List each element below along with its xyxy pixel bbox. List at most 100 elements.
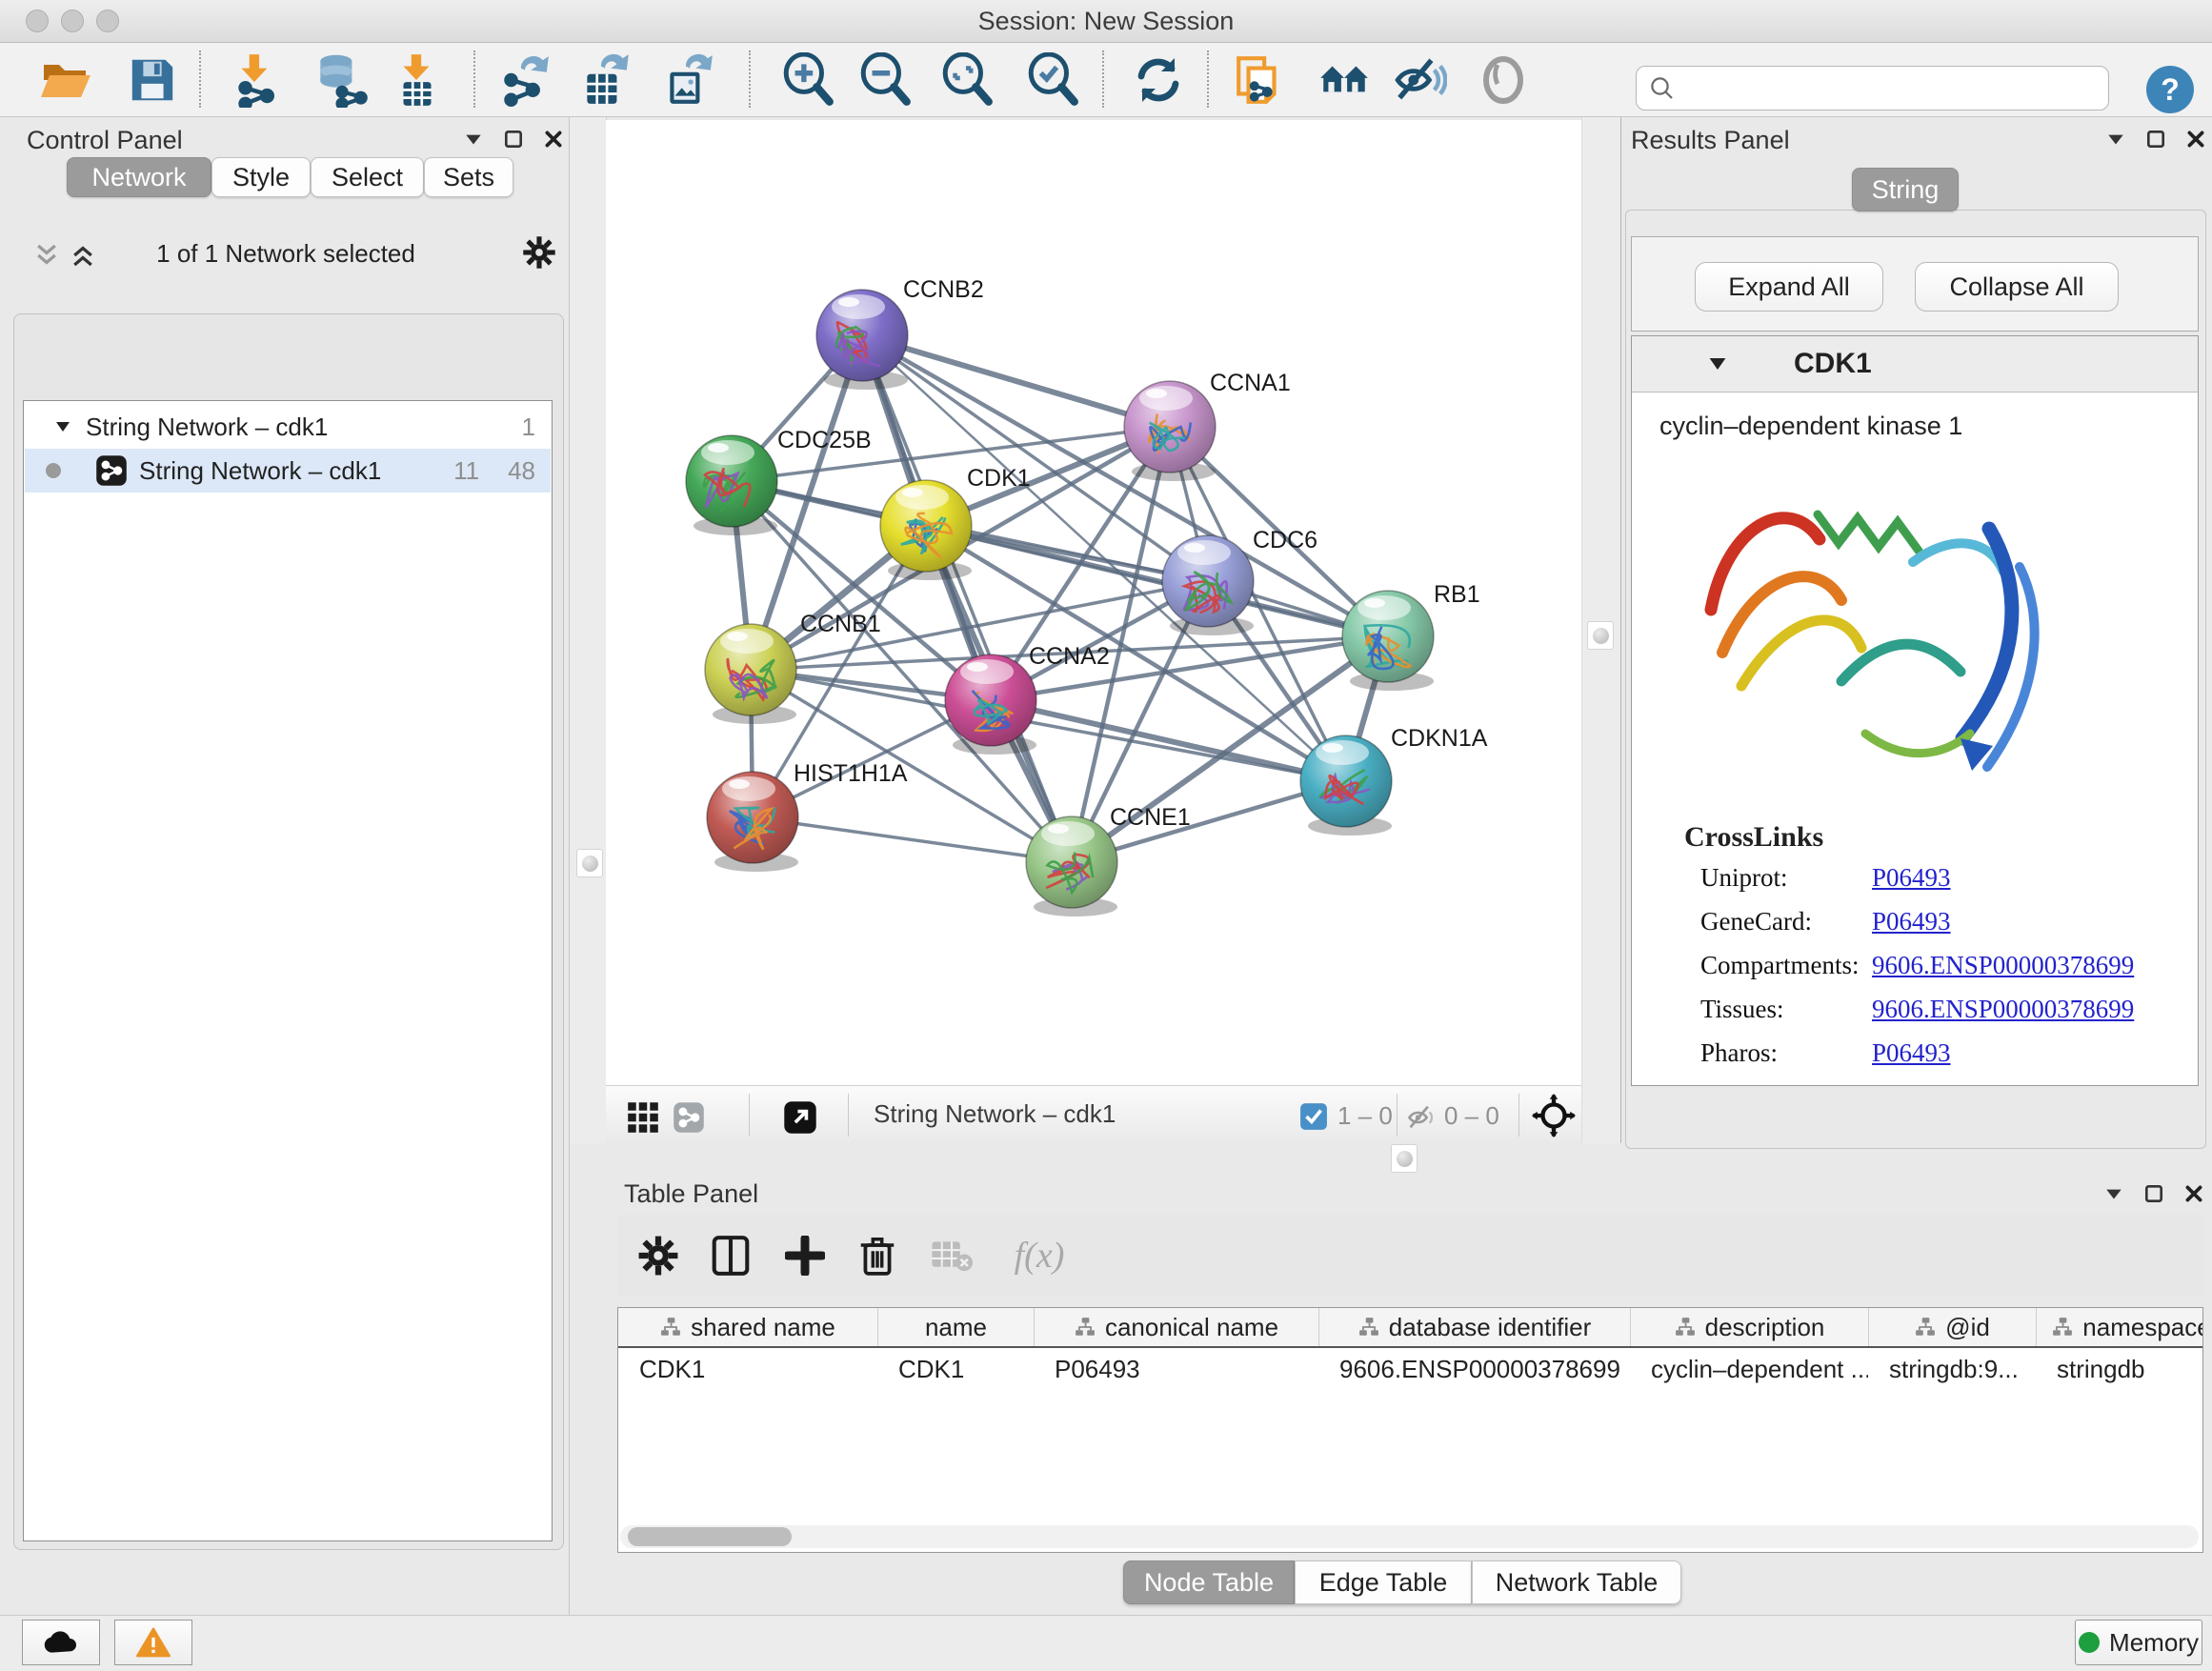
save-session-button[interactable] xyxy=(123,50,182,110)
network-node-CCNA2[interactable]: CCNA2 xyxy=(945,643,1110,755)
network-node-CCNB1[interactable]: CCNB1 xyxy=(705,611,881,724)
crosslink-link[interactable]: 9606.ENSP00000378699 xyxy=(1872,995,2134,1024)
left-splitter-handle[interactable] xyxy=(576,849,603,877)
crosslink-link[interactable]: P06493 xyxy=(1872,863,1951,893)
network-edge-HIST1H1A-CCNE1[interactable] xyxy=(753,817,1072,862)
node-table[interactable]: shared namenamecanonical namedatabase id… xyxy=(617,1307,2203,1553)
export-table-button[interactable] xyxy=(575,50,634,110)
collapse-panel-icon[interactable] xyxy=(2105,129,2126,150)
table-cell[interactable]: cyclin–dependent ... xyxy=(1630,1348,1868,1390)
tab-node-table[interactable]: Node Table xyxy=(1123,1560,1295,1604)
tab-select[interactable]: Select xyxy=(311,157,424,197)
network-edge-CDK1-RB1[interactable] xyxy=(926,526,1388,636)
network-node-RB1[interactable]: RB1 xyxy=(1342,581,1480,691)
collapse-all-button[interactable]: Collapse All xyxy=(1915,262,2119,312)
cloud-status-button[interactable] xyxy=(22,1620,100,1665)
network-share-icon[interactable] xyxy=(673,1101,705,1134)
search-input[interactable] xyxy=(1677,72,2090,104)
column-header-canonicalname[interactable]: canonical name xyxy=(1034,1308,1318,1346)
memory-button[interactable]: Memory xyxy=(2075,1620,2202,1665)
network-node-CDKN1A[interactable]: CDKN1A xyxy=(1300,725,1488,836)
collection-expander-icon[interactable] xyxy=(53,417,72,436)
refresh-view-button[interactable] xyxy=(1129,50,1188,110)
show-columns-button[interactable] xyxy=(703,1228,758,1283)
column-header-sharedname[interactable]: shared name xyxy=(618,1308,877,1346)
network-view-canvas[interactable]: CCNB2CCNA1CDC25BCDK1CDC6RB1CCNB1CCNA2CDK… xyxy=(606,120,1581,1085)
collapse-panel-icon[interactable] xyxy=(2103,1183,2124,1204)
warnings-button[interactable] xyxy=(114,1620,192,1665)
gene-card-expander-icon[interactable] xyxy=(1706,352,1729,375)
network-edge-CCNA2-CDKN1A[interactable] xyxy=(991,700,1346,781)
birds-eye-grid-icon[interactable] xyxy=(627,1101,659,1134)
open-session-button[interactable] xyxy=(35,50,94,110)
open-folder-icon xyxy=(38,53,91,107)
first-neighbors-button[interactable] xyxy=(1315,50,1374,110)
crosslink-link[interactable]: 9606.ENSP00000378699 xyxy=(1872,951,2134,980)
hide-selected-button[interactable] xyxy=(1390,50,1449,110)
tab-network-table[interactable]: Network Table xyxy=(1472,1560,1681,1604)
collapse-panel-icon[interactable] xyxy=(463,129,484,150)
show-all-button[interactable] xyxy=(1474,50,1533,110)
table-cell[interactable]: 9606.ENSP00000378699 xyxy=(1318,1348,1630,1390)
column-header-databaseidentifier[interactable]: database identifier xyxy=(1318,1308,1630,1346)
table-cell[interactable]: CDK1 xyxy=(877,1348,1034,1390)
expand-all-button[interactable]: Expand All xyxy=(1695,262,1883,312)
table-options-button[interactable] xyxy=(631,1228,686,1283)
crosslink-link[interactable]: P06493 xyxy=(1872,1038,1951,1068)
crosslink-link[interactable]: P06493 xyxy=(1872,907,1951,936)
table-cell[interactable]: CDK1 xyxy=(618,1348,877,1390)
horizontal-splitter-handle[interactable] xyxy=(1391,1144,1418,1173)
table-cell[interactable]: stringdb:9... xyxy=(1868,1348,2036,1390)
zoom-out-button[interactable] xyxy=(855,50,915,110)
float-panel-icon[interactable] xyxy=(503,129,524,150)
collapse-all-networks-icon[interactable] xyxy=(69,241,97,270)
help-button[interactable]: ? xyxy=(2146,66,2194,113)
column-header-description[interactable]: description xyxy=(1630,1308,1868,1346)
delete-table-button[interactable] xyxy=(924,1228,979,1283)
selected-checkbox-icon[interactable] xyxy=(1299,1102,1328,1131)
column-header-id[interactable]: @id xyxy=(1868,1308,2036,1346)
network-row-selected[interactable]: String Network – cdk1 11 48 xyxy=(25,449,551,493)
clone-network-button[interactable] xyxy=(1231,50,1290,110)
tab-sets[interactable]: Sets xyxy=(424,157,513,197)
column-header-name[interactable]: name xyxy=(877,1308,1034,1346)
create-column-button[interactable] xyxy=(777,1228,833,1283)
export-network-button[interactable] xyxy=(495,50,554,110)
zoom-fit-button[interactable] xyxy=(937,50,996,110)
scrollbar-thumb[interactable] xyxy=(628,1527,792,1546)
close-panel-icon[interactable] xyxy=(2185,129,2206,150)
tab-edge-table[interactable]: Edge Table xyxy=(1295,1560,1472,1604)
table-cell[interactable]: P06493 xyxy=(1034,1348,1318,1390)
import-table-from-database-button[interactable] xyxy=(311,50,370,110)
column-header-namespace[interactable]: namespace xyxy=(2036,1308,2203,1346)
gene-card-header[interactable]: CDK1 xyxy=(1632,336,2198,393)
network-node-CCNB2[interactable]: CCNB2 xyxy=(816,276,984,390)
float-panel-icon[interactable] xyxy=(2143,1183,2164,1204)
tab-network[interactable]: Network xyxy=(67,157,211,197)
apply-function-button[interactable]: f(x) xyxy=(996,1228,1082,1283)
network-node-CCNE1[interactable]: CCNE1 xyxy=(1026,804,1191,916)
import-table-from-file-button[interactable] xyxy=(388,50,447,110)
zoom-in-button[interactable] xyxy=(778,50,837,110)
zoom-selected-button[interactable] xyxy=(1023,50,1082,110)
fit-content-crosshair-icon[interactable] xyxy=(1532,1094,1576,1137)
network-collection-row[interactable]: String Network – cdk1 1 xyxy=(25,405,551,449)
right-splitter-handle[interactable] xyxy=(1587,621,1614,650)
float-panel-icon[interactable] xyxy=(2145,129,2166,150)
close-panel-icon[interactable] xyxy=(2183,1183,2204,1204)
tab-style[interactable]: Style xyxy=(211,157,311,197)
tab-string-results[interactable]: String xyxy=(1852,168,1959,211)
network-options-gear-icon[interactable] xyxy=(522,235,556,270)
table-cell[interactable]: stringdb xyxy=(2036,1348,2203,1390)
expand-all-networks-icon[interactable] xyxy=(32,241,61,270)
close-panel-icon[interactable] xyxy=(543,129,564,150)
delete-column-button[interactable] xyxy=(850,1228,905,1283)
export-view-icon[interactable] xyxy=(783,1100,817,1135)
table-horizontal-scrollbar[interactable] xyxy=(620,1525,2199,1548)
left-splitter[interactable] xyxy=(570,117,607,1143)
network-edge-CCNB2-CCNA1[interactable] xyxy=(862,335,1170,427)
network-node-HIST1H1A[interactable]: HIST1H1A xyxy=(707,760,908,872)
export-image-button[interactable] xyxy=(658,50,717,110)
import-network-button[interactable] xyxy=(228,50,287,110)
table-row[interactable]: CDK1CDK1P064939606.ENSP00000378699cyclin… xyxy=(618,1348,2203,1390)
